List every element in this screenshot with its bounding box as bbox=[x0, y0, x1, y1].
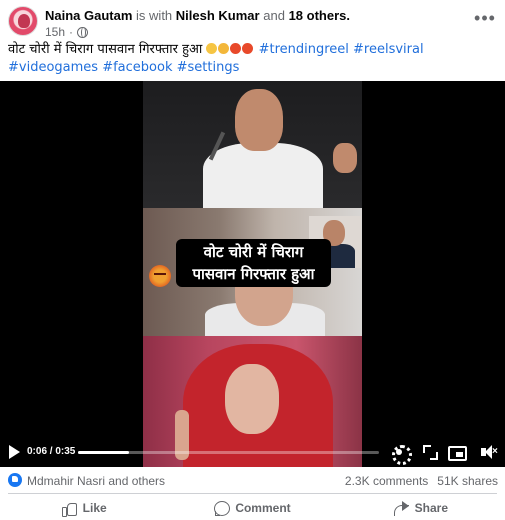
post-time[interactable]: 15h bbox=[45, 25, 65, 39]
video-scene-speech bbox=[143, 81, 362, 208]
play-icon[interactable] bbox=[9, 445, 20, 459]
comment-label: Comment bbox=[235, 501, 291, 515]
like-reaction-icon[interactable] bbox=[8, 473, 22, 487]
share-button[interactable]: Share bbox=[337, 496, 505, 520]
video-time: 0:06 / 0:35 bbox=[27, 446, 76, 457]
post-caption: वोट चोरी में चिराग पासवान गिरफ्तार हुआ #… bbox=[8, 41, 500, 77]
author-name[interactable]: Naina Gautam bbox=[45, 8, 132, 23]
video-player[interactable]: वोट चोरी में चिराग पासवान गिरफ्तार हुआ 0… bbox=[0, 81, 505, 467]
others-link[interactable]: 18 others. bbox=[289, 8, 350, 23]
comment-icon bbox=[214, 500, 231, 516]
settings-icon[interactable] bbox=[390, 443, 412, 465]
hashtag-link[interactable]: #trendingreel bbox=[259, 42, 349, 57]
hashtag-link[interactable]: #videogames bbox=[8, 60, 98, 75]
angry-face-icon bbox=[149, 265, 171, 287]
crying-face-emoji bbox=[206, 43, 218, 54]
angry-face-emoji bbox=[242, 43, 254, 54]
globe-icon bbox=[77, 26, 89, 38]
video-text-overlay: वोट चोरी में चिराग पासवान गिरफ्तार हुआ bbox=[176, 239, 331, 287]
face-screaming-emoji bbox=[218, 43, 230, 54]
shares-count[interactable]: 51K shares bbox=[437, 474, 498, 488]
share-label: Share bbox=[414, 501, 448, 515]
post-meta: 15h · bbox=[45, 25, 89, 39]
hashtag-link[interactable]: #settings bbox=[177, 60, 240, 75]
like-button[interactable]: Like bbox=[0, 496, 168, 520]
video-controls: 0:06 / 0:35 × bbox=[0, 440, 505, 465]
comments-count[interactable]: 2.3K comments bbox=[345, 474, 428, 488]
comment-button[interactable]: Comment bbox=[168, 496, 336, 520]
post-stats: Mdmahir Nasri and others 2.3K comments 5… bbox=[8, 470, 498, 490]
divider bbox=[8, 493, 497, 494]
tagged-name[interactable]: Nilesh Kumar bbox=[176, 8, 260, 23]
caption-text: वोट चोरी में चिराग पासवान गिरफ्तार हुआ bbox=[8, 42, 203, 57]
hashtag-link[interactable]: #reelsviral bbox=[353, 42, 424, 57]
post-header: Naina Gautam is with Nilesh Kumar and 18… bbox=[8, 6, 497, 39]
progress-fill bbox=[78, 451, 130, 454]
picture-in-picture-icon[interactable] bbox=[447, 443, 467, 461]
mute-icon[interactable]: × bbox=[480, 443, 498, 461]
angry-face-emoji bbox=[230, 43, 242, 54]
post-card: Naina Gautam is with Nilesh Kumar and 18… bbox=[0, 0, 505, 520]
author-avatar[interactable] bbox=[8, 6, 38, 36]
reactors-text[interactable]: Mdmahir Nasri and others bbox=[27, 474, 165, 488]
like-label: Like bbox=[82, 501, 107, 515]
author-line: Naina Gautam is with Nilesh Kumar and 18… bbox=[45, 8, 350, 23]
action-bar: Like Comment Share bbox=[0, 496, 505, 520]
hashtag-link[interactable]: #facebook bbox=[102, 60, 172, 75]
with-text: is with bbox=[136, 8, 173, 23]
share-icon bbox=[393, 500, 409, 516]
overlay-line-1: वोट चोरी में चिराग bbox=[203, 243, 304, 261]
progress-bar[interactable] bbox=[78, 451, 379, 454]
thumbs-up-icon bbox=[61, 501, 77, 517]
and-text: and bbox=[263, 8, 285, 23]
more-options-icon[interactable]: ••• bbox=[473, 8, 497, 32]
overlay-line-2: पासवान गिरफ्तार हुआ bbox=[192, 265, 315, 283]
fullscreen-icon[interactable] bbox=[421, 443, 439, 461]
